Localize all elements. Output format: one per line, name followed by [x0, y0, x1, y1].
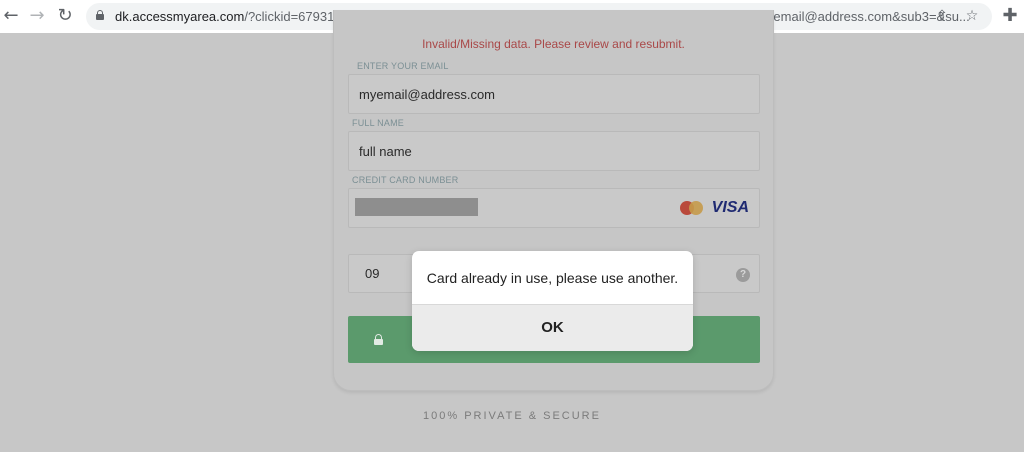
- url-host: dk.accessmyarea.com: [115, 9, 245, 24]
- help-icon[interactable]: ?: [736, 268, 750, 282]
- reload-icon[interactable]: ↻: [55, 6, 75, 26]
- expiry-month-value: 09: [365, 266, 380, 281]
- security-footer: 100% PRIVATE & SECURE: [423, 410, 601, 422]
- email-value: myemail@address.com: [359, 87, 496, 102]
- full-name-value: full name: [359, 144, 412, 159]
- error-message: Invalid/Missing data. Please review and …: [422, 37, 685, 51]
- card-number-label: CREDIT CARD NUMBER: [352, 175, 459, 185]
- star-icon[interactable]: ☆: [962, 6, 982, 26]
- visa-logo: VISA: [711, 199, 749, 216]
- email-field[interactable]: myemail@address.com: [348, 74, 760, 114]
- forward-arrow-icon[interactable]: →: [27, 6, 47, 26]
- alert-dialog: Card already in use, please use another.…: [412, 251, 693, 351]
- back-arrow-icon[interactable]: ←: [1, 6, 21, 26]
- lock-icon: [374, 334, 383, 345]
- full-name-field[interactable]: full name: [348, 131, 760, 171]
- lock-icon[interactable]: [96, 10, 104, 20]
- share-icon[interactable]: ⇪: [932, 6, 952, 26]
- ok-button[interactable]: OK: [412, 304, 693, 351]
- card-number-field[interactable]: VISA: [348, 188, 760, 228]
- masked-card-number: [355, 198, 478, 216]
- name-label: FULL NAME: [352, 118, 404, 128]
- email-label: ENTER YOUR EMAIL: [357, 61, 449, 71]
- extensions-icon[interactable]: ✚: [1000, 6, 1020, 26]
- mastercard-icon: [680, 201, 706, 215]
- dialog-message: Card already in use, please use another.: [426, 270, 679, 286]
